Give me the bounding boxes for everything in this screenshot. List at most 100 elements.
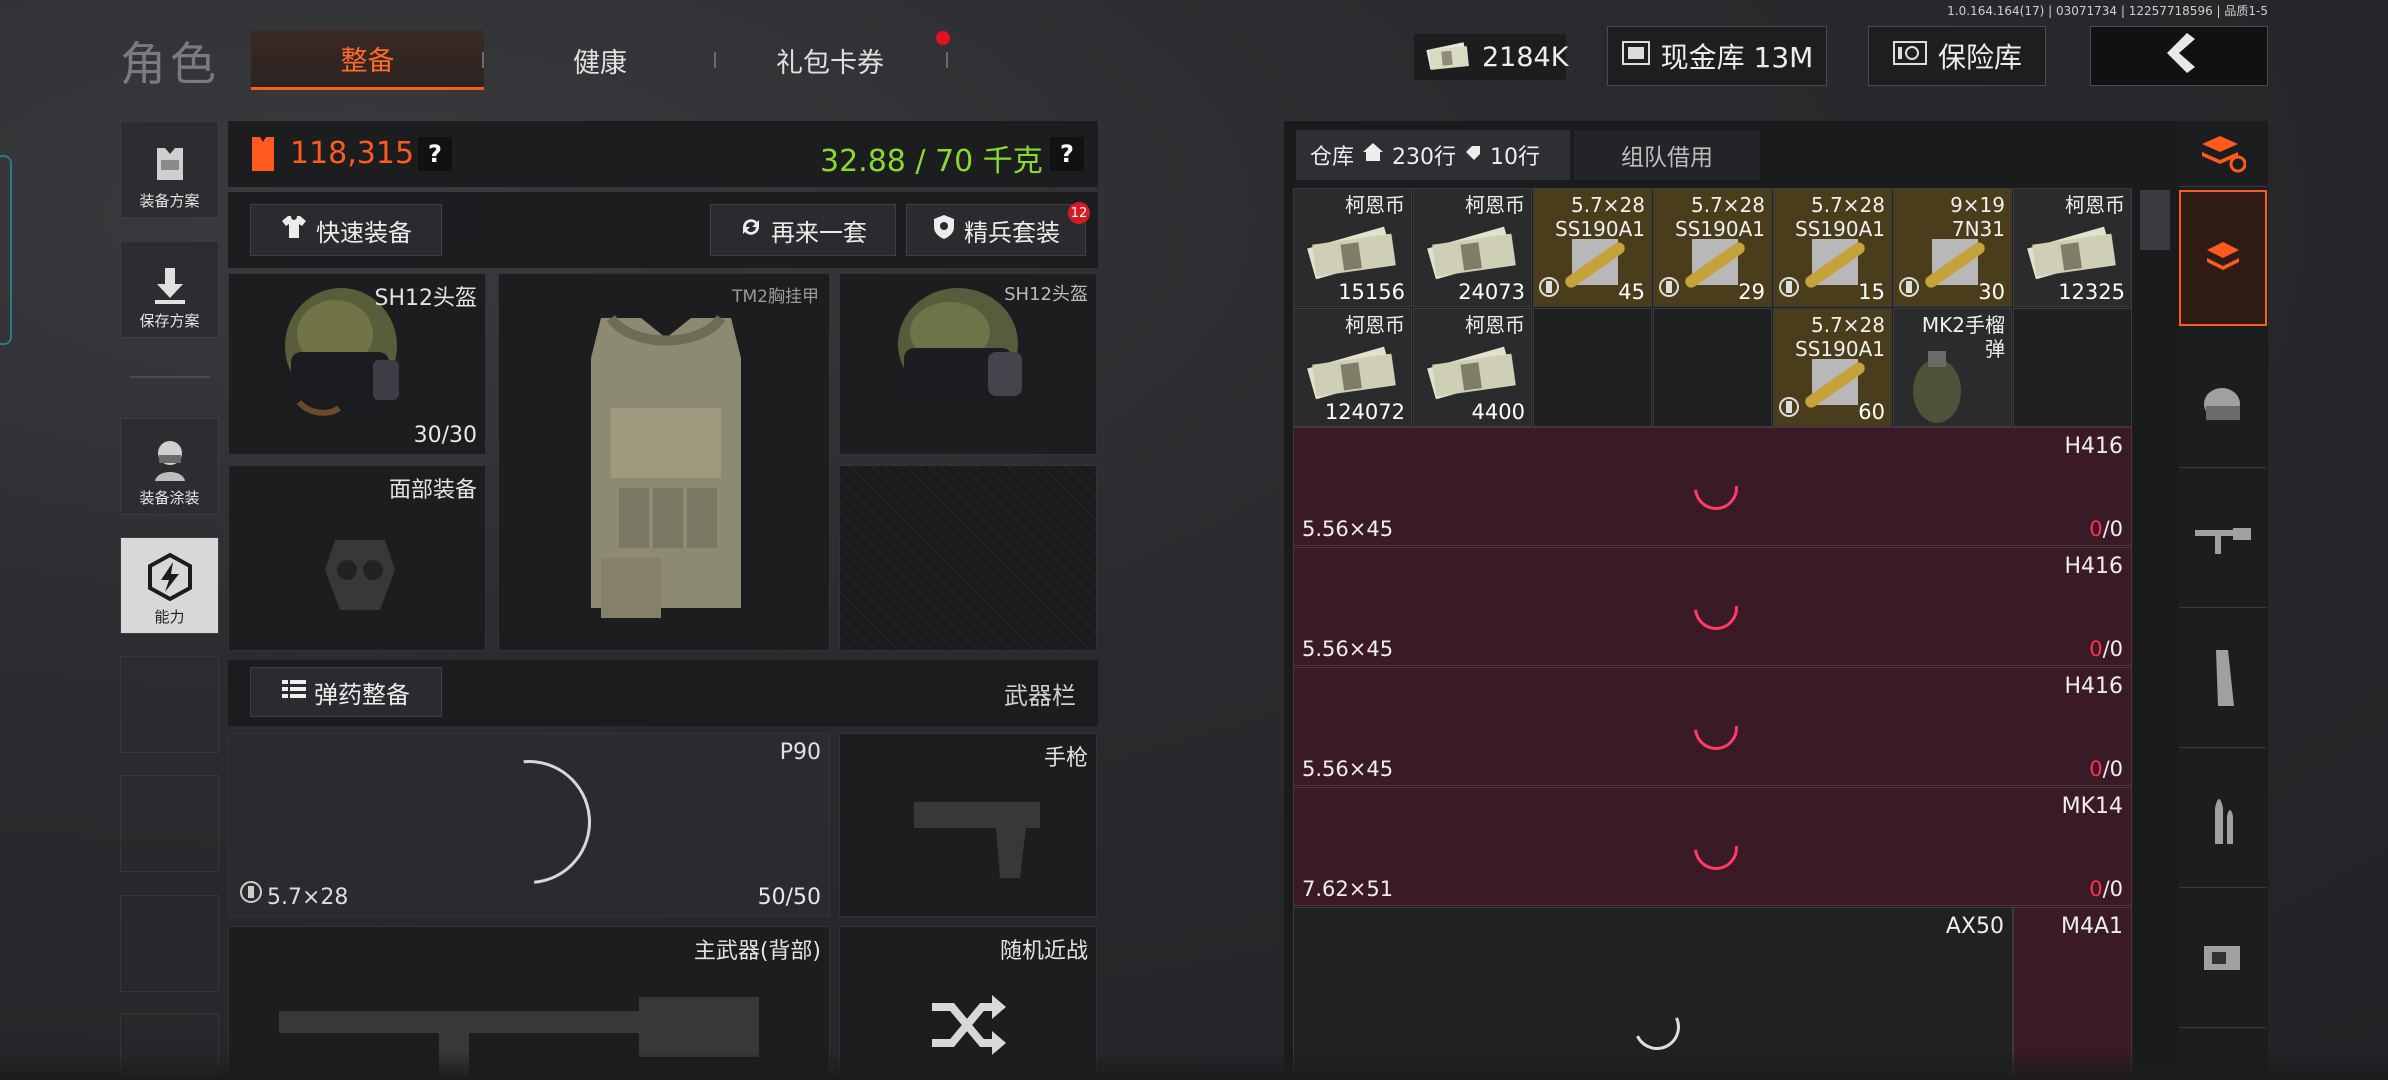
weapon-row[interactable]: MK14 7.62×51 0/0 [1293,787,2132,906]
loading-spinner [1685,457,1747,519]
team-borrow-tab[interactable]: 组队借用 [1574,130,1760,180]
pistol-slot[interactable]: 手枪 [839,733,1097,917]
inventory-item[interactable]: 柯恩币 12325 [2013,188,2132,307]
empty-gear-slot[interactable] [839,465,1097,651]
ammo-type-icon [1658,276,1680,302]
left-edge-handle[interactable] [0,155,12,345]
weapon-row[interactable]: H416 5.56×45 0/0 [1293,667,2132,786]
tab-health[interactable]: 健康 [500,30,700,90]
banknote-icon [1302,339,1402,403]
category-tab-weapons[interactable] [2179,468,2267,608]
build-info: 1.0.164.164(17) | 03071734 | 12257718596… [1947,4,2268,18]
inventory-item[interactable]: MK2手榴弹 [1893,308,2012,427]
category-tab-all[interactable] [2179,190,2267,326]
sidebar-empty-slot [120,775,219,872]
category-tab-attachments[interactable] [2179,888,2267,1028]
armor-slot-label: TM2胸挂甲 [732,287,819,307]
cash-display: 2184K [1414,34,1568,80]
scope-icon [2204,945,2240,970]
banknote-icon [1422,219,1522,283]
item-quantity: 45 [1618,280,1645,304]
notification-dot [936,31,950,45]
item-name: 5.7×28 SS190A1 [1795,193,1885,241]
category-tab-magazines[interactable] [2179,608,2267,748]
weight-help-button[interactable]: ? [1050,137,1084,171]
inventory-item[interactable]: 柯恩币 24073 [1413,188,1532,307]
sidebar-item-equip-plan[interactable]: 装备方案 [120,121,219,218]
inventory-item[interactable]: 柯恩币 4400 [1413,308,1532,427]
weight-display: 32.88 / 70 千克 [820,144,1043,179]
soldier-icon [147,437,193,487]
weapon-bar-label: 武器栏 [1004,682,1076,710]
item-name: 5.7×28 SS190A1 [1555,193,1645,241]
inventory-item[interactable]: 5.7×28 SS190A1 29 [1653,188,1772,307]
elite-badge: 12 [1068,202,1090,224]
shirt-icon [280,214,308,246]
vest-icon [147,140,193,190]
helmet-slot-2[interactable]: SH12头盔 [839,273,1097,455]
empty-grid-cell[interactable] [1653,308,1772,427]
again-button[interactable]: 再来一套 [710,204,896,256]
item-name: 柯恩币 [1465,313,1525,337]
lightning-hex-icon [145,552,195,606]
sort-stack-icon [2202,135,2246,172]
inventory-item[interactable]: 9×19 7N31 30 [1893,188,2012,307]
loading-spinner [441,734,617,910]
item-quantity: 12325 [2058,280,2125,304]
armor-value-icon [246,131,280,179]
inventory-item[interactable]: 柯恩币 15156 [1293,188,1412,307]
sidebar-item-save-plan[interactable]: 保存方案 [120,241,219,338]
armor-slot[interactable]: TM2胸挂甲 [498,273,830,651]
sidebar-item-skin[interactable]: 装备涂装 [120,418,219,515]
insurance-vault-button[interactable]: 保险库 [1868,26,2046,86]
item-name: MK2手榴弹 [1921,313,2005,361]
inventory-item[interactable]: 柯恩币 124072 [1293,308,1412,427]
item-quantity: 60 [1858,400,1885,424]
sort-stack-button[interactable] [2179,121,2267,187]
primary-weapon-slot[interactable]: P90 5.7×28 50/50 [228,733,830,917]
banknote-icon [1422,339,1522,403]
tab-equip[interactable]: 整备 [251,30,484,90]
item-name: 9×19 7N31 [1950,193,2005,241]
item-name: 5.7×28 SS190A1 [1675,193,1765,241]
item-quantity: 15 [1858,280,1885,304]
empty-grid-cell[interactable] [1533,308,1652,427]
item-name: 柯恩币 [1465,193,1525,217]
category-tab-ammo[interactable] [2179,748,2267,888]
item-name: 柯恩币 [1345,313,1405,337]
quick-equip-button[interactable]: 快速装备 [250,204,442,256]
item-quantity: 15156 [1338,280,1405,304]
grid-scrollbar[interactable] [2140,190,2170,250]
item-quantity: 24073 [1458,280,1525,304]
ammo-type-icon [1898,276,1920,302]
sidebar-divider [130,376,210,378]
sidebar-item-ability[interactable]: 能力 [120,537,219,634]
helmet-slot[interactable]: SH12头盔 30/30 [228,273,486,455]
value-help-button[interactable]: ? [418,137,452,171]
stack-icon [2207,242,2239,270]
ammo-type-icon [1778,276,1800,302]
warehouse-tab[interactable]: 仓库 230行 10行 [1296,130,1570,180]
tab-gift-cards[interactable]: 礼包卡券 [730,30,930,90]
pistol-icon [908,792,1048,886]
cash-vault-button[interactable]: 现金库 13M [1607,26,1827,86]
armor-icon [561,298,771,632]
empty-grid-cell[interactable] [2013,308,2132,427]
cash-vault-icon [1621,38,1651,75]
face-gear-slot[interactable]: 面部装备 [228,465,486,651]
elite-kit-button[interactable]: 精兵套装 [906,204,1086,256]
weapon-row[interactable]: H416 5.56×45 0/0 [1293,427,2132,546]
banknote-icon [1424,38,1472,76]
category-tab-armor[interactable] [2179,340,2267,468]
loading-spinner [1685,697,1747,759]
inventory-item[interactable]: 5.7×28 SS190A1 45 [1533,188,1652,307]
banknote-icon [1302,219,1402,283]
ammo-type-icon [239,880,263,908]
item-quantity: 124072 [1324,400,1405,424]
item-name: 5.7×28 SS190A1 [1795,313,1885,361]
weapon-row[interactable]: H416 5.56×45 0/0 [1293,547,2132,666]
ammo-prep-button[interactable]: 弹药整备 [250,667,442,717]
back-button[interactable] [2090,26,2268,86]
inventory-item[interactable]: 5.7×28 SS190A1 60 [1773,308,1892,427]
inventory-item[interactable]: 5.7×28 SS190A1 15 [1773,188,1892,307]
